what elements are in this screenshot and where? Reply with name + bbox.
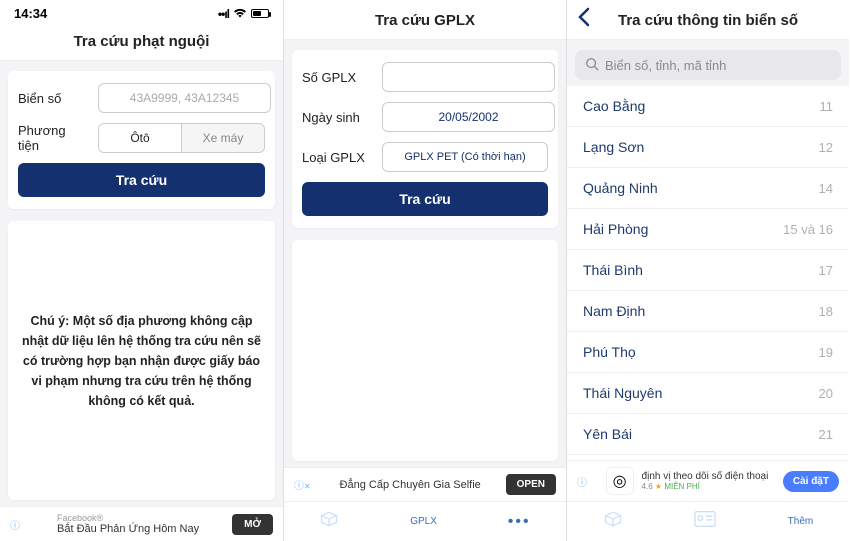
list-item[interactable]: Quảng Ninh 14 [567,168,849,209]
province-list: Cao Bằng 11 Lạng Sơn 12 Quảng Ninh 14 Hải Phòn… [567,86,849,460]
list-item[interactable]: Cao Bằng 11 [567,86,849,127]
box-icon [319,509,339,534]
province-code: 18 [819,304,833,319]
ad-banner[interactable]: ⓘ ◎ định vị theo dõi số điện thoại 4.6 ★… [567,460,849,501]
dots-icon: ••• [508,513,531,531]
ad-title: định vị theo dõi số điện thoại [642,471,769,482]
tab-2[interactable] [694,510,716,533]
list-item[interactable]: Phú Thọ 19 [567,332,849,373]
search-input[interactable] [605,58,831,73]
page-title: Tra cứu phạt nguội [0,21,283,61]
search-bar[interactable] [575,50,841,80]
plate-input[interactable] [98,83,271,113]
vehicle-segmented[interactable]: Ôtô Xe máy [98,123,265,153]
province-code: 20 [819,386,833,401]
lookup-form-card: Biển số Phương tiện Ôtô Xe máy Tra cứu [8,71,275,209]
tab-gplx[interactable]: GPLX [410,516,437,527]
panel-plate-info: Tra cứu thông tin biển số Cao Bằng 11 Lạng… [566,0,849,541]
ad-text: Đẳng Cấp Chuyên Gia Selfie [340,479,481,491]
list-item[interactable]: Yên Bái 21 [567,414,849,455]
ad-install-button[interactable]: Cài đặT [783,471,839,492]
lookup-button[interactable]: Tra cứu [18,163,265,197]
panel-violation-lookup: 14:34 ••ıl Tra cứu phạt nguội Biển số Ph… [0,0,283,541]
license-label: Số GPLX [302,70,374,85]
tab-1[interactable] [603,509,623,534]
dob-label: Ngày sinh [302,110,374,125]
tab-more[interactable]: Thêm [788,516,814,527]
search-icon [585,57,599,74]
tab-bar: Thêm [567,501,849,541]
vehicle-option-car[interactable]: Ôtô [99,124,182,152]
tab-label: Thêm [788,516,814,527]
signal-icon: ••ıl [218,7,229,21]
province-code: 15 và 16 [783,222,833,237]
ad-open-button[interactable]: MỞ [232,514,273,535]
ad-open-button[interactable]: OPEN [506,474,556,495]
ad-brand: Facebook® [57,513,199,523]
ad-banner[interactable]: ⓘ✕ Đẳng Cấp Chuyên Gia Selfie OPEN [284,467,566,501]
lookup-button[interactable]: Tra cứu [302,182,548,216]
result-card [292,240,558,461]
list-item[interactable]: Thái Bình 17 [567,250,849,291]
ad-info-icon: ⓘ [10,517,20,532]
status-bar: 14:34 ••ıl [0,0,283,21]
province-code: 21 [819,427,833,442]
status-icons: ••ıl [218,6,269,21]
province-name: Thái Bình [583,262,643,278]
ad-sub: 4.6 ★ MIỄN PHÍ [642,482,769,491]
page-title-bar: Tra cứu thông tin biển số [567,0,849,40]
tab-1[interactable] [319,509,339,534]
type-label: Loại GPLX [302,150,374,165]
list-item[interactable]: Nam Định 18 [567,291,849,332]
page-title: Tra cứu thông tin biển số [618,12,798,29]
tab-label: GPLX [410,516,437,527]
list-item[interactable]: Hải Phòng 15 và 16 [567,209,849,250]
province-name: Phú Thọ [583,344,636,360]
vehicle-option-moto[interactable]: Xe máy [182,124,264,152]
box-icon [603,509,623,534]
province-name: Thái Nguyên [583,385,662,401]
ad-info-icon: ⓘ✕ [294,477,311,492]
province-code: 14 [819,181,833,196]
province-code: 12 [819,140,833,155]
back-icon[interactable] [577,7,591,33]
tab-bar: GPLX ••• [284,501,566,541]
status-time: 14:34 [14,6,47,21]
province-code: 17 [819,263,833,278]
province-code: 11 [820,99,834,114]
province-name: Cao Bằng [583,98,645,114]
gplx-form-card: Số GPLX Ngày sinh Loại GPLX Tra cứu [292,50,558,228]
tab-more[interactable]: ••• [508,513,531,531]
battery-icon [251,9,269,18]
province-name: Yên Bái [583,426,632,442]
list-item[interactable]: Thái Nguyên 20 [567,373,849,414]
ad-text: Bắt Đầu Phản Ứng Hôm Nay [57,523,199,535]
ad-banner[interactable]: ⓘ Facebook® Bắt Đầu Phản Ứng Hôm Nay MỞ [0,506,283,541]
type-input[interactable] [382,142,548,172]
notice-text: Chú ý: Một số địa phương không cập nhật … [22,311,261,411]
page-title: Tra cứu GPLX [284,0,566,40]
wifi-icon [233,6,247,21]
app-icon: ◎ [606,467,634,495]
result-card: Chú ý: Một số địa phương không cập nhật … [8,221,275,500]
ad-info-icon: ⓘ [577,474,587,489]
license-input[interactable] [382,62,555,92]
id-card-icon [694,510,716,533]
province-name: Lạng Sơn [583,139,644,155]
plate-label: Biển số [18,91,90,106]
province-name: Hải Phòng [583,221,648,237]
vehicle-label: Phương tiện [18,123,90,153]
province-name: Nam Định [583,303,645,319]
list-item[interactable]: Lạng Sơn 12 [567,127,849,168]
panel-gplx-lookup: Tra cứu GPLX Số GPLX Ngày sinh Loại GPLX… [283,0,566,541]
province-code: 19 [819,345,833,360]
dob-input[interactable] [382,102,555,132]
province-name: Quảng Ninh [583,180,658,196]
